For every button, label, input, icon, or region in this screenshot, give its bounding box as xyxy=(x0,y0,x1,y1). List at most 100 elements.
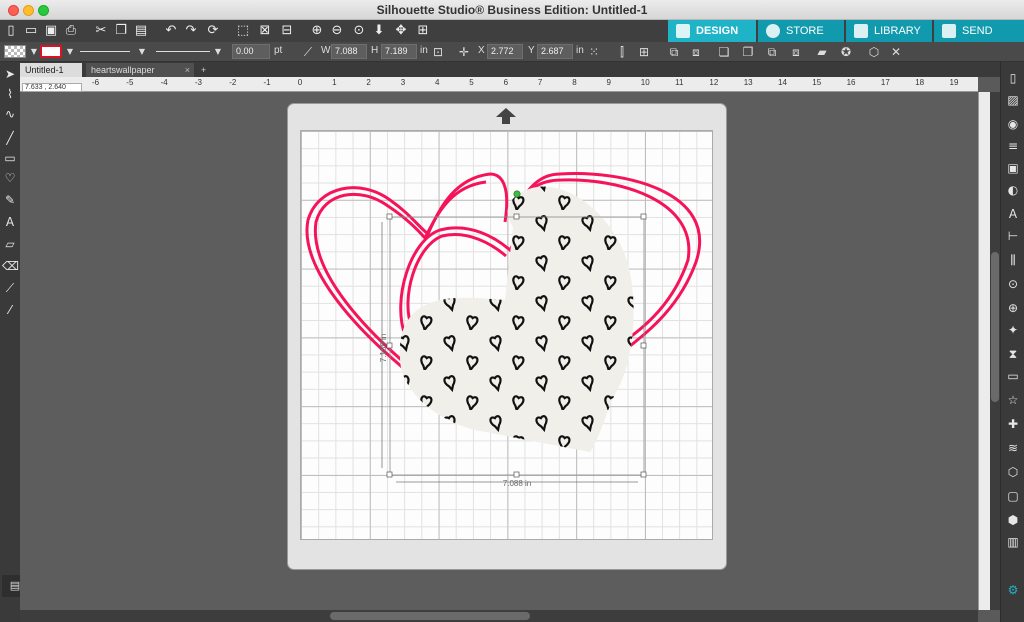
line-width-field[interactable]: 0.00 xyxy=(232,44,270,59)
line-style-dropdown-icon[interactable]: ▼ xyxy=(134,44,150,60)
tab-library[interactable]: LIBRARY xyxy=(846,20,932,42)
select-all-icon[interactable]: ⬚ xyxy=(234,22,252,40)
tab-design[interactable]: DESIGN xyxy=(668,20,756,42)
page-setup-icon[interactable]: ▯ xyxy=(1005,70,1021,86)
point-edit-icon[interactable]: ⌇ xyxy=(2,86,18,102)
modify-panel-icon[interactable]: ⊙ xyxy=(1005,276,1021,292)
copy-icon[interactable]: ❐ xyxy=(112,22,130,40)
sketch-panel-icon[interactable]: ≋ xyxy=(1005,440,1021,456)
align-icon[interactable]: ⫿ xyxy=(614,44,630,60)
zoom-selection-icon[interactable]: ⊙ xyxy=(350,22,368,40)
transparency-panel-icon[interactable]: ◐ xyxy=(1005,182,1021,198)
lasso-icon[interactable]: ∿ xyxy=(2,106,18,122)
select-tool-icon[interactable]: ➤ xyxy=(2,66,18,82)
open-folder-icon[interactable]: ▭ xyxy=(22,22,40,40)
star-panel-icon[interactable]: ☆ xyxy=(1005,392,1021,408)
horizontal-scrollbar[interactable] xyxy=(20,610,978,622)
redo-icon[interactable]: ↷ xyxy=(182,22,200,40)
rectangle-tool-icon[interactable]: ▭ xyxy=(2,150,18,166)
ruler-tick-label: 7 xyxy=(537,78,543,87)
vertical-scrollbar[interactable] xyxy=(990,92,1000,610)
ungroup-icon[interactable]: ⧈ xyxy=(688,44,704,60)
nesting-panel-icon[interactable]: ⬡ xyxy=(1005,464,1021,480)
offset-panel-icon[interactable]: ⊕ xyxy=(1005,300,1021,316)
transform-panel-icon[interactable]: ⊢ xyxy=(1005,228,1021,244)
tab-heartswallpaper[interactable]: heartswallpaper × xyxy=(86,63,194,77)
line-color-panel-icon[interactable]: ▣ xyxy=(1005,160,1021,176)
fill-panel-icon[interactable]: ▨ xyxy=(1005,92,1021,108)
undo-icon[interactable]: ↶ xyxy=(162,22,180,40)
eyedropper-icon[interactable]: ⁄ xyxy=(2,302,18,318)
deselect-icon[interactable]: ⊠ xyxy=(256,22,274,40)
pencil-tool-icon[interactable]: ✎ xyxy=(2,192,18,208)
scale-arrow-icon[interactable]: ⟋ xyxy=(300,44,316,60)
fit-to-page-icon[interactable]: ⊞ xyxy=(414,22,432,40)
map-panel-icon[interactable]: ▥ xyxy=(1005,534,1021,550)
pattern-panel-icon[interactable]: ◉ xyxy=(1005,116,1021,132)
compound-path-icon[interactable]: ❏ xyxy=(716,44,732,60)
vertical-scroll-thumb[interactable] xyxy=(991,252,999,402)
release-compound-icon[interactable]: ❐ xyxy=(740,44,756,60)
add-tab-button[interactable]: + xyxy=(196,63,210,77)
line-color-swatch[interactable] xyxy=(40,45,62,58)
heart-pattern-shape[interactable] xyxy=(380,170,660,470)
cut-icon[interactable]: ✂ xyxy=(92,22,110,40)
line-style-panel-icon[interactable]: ≡ xyxy=(1005,138,1021,154)
library-icon xyxy=(854,24,868,38)
line-tool-icon[interactable]: ╱ xyxy=(2,130,18,146)
save-icon[interactable]: ▣ xyxy=(42,22,60,40)
star-effects-icon[interactable]: ✪ xyxy=(838,44,854,60)
x-position-field[interactable]: 2.772 xyxy=(487,44,523,59)
knife-panel-icon[interactable]: ✦ xyxy=(1005,322,1021,338)
delete-icon[interactable]: ⊟ xyxy=(278,22,296,40)
ellipse-tool-icon[interactable]: ♡ xyxy=(2,170,18,186)
paint-bucket-icon[interactable]: ▱ xyxy=(2,236,18,252)
paste-icon[interactable]: ▤ xyxy=(132,22,150,40)
redraw-icon[interactable]: ⟳ xyxy=(204,22,222,40)
line-style-preview[interactable] xyxy=(80,51,130,52)
tab-send[interactable]: SEND xyxy=(934,20,1024,42)
zoom-out-icon[interactable]: ⊖ xyxy=(328,22,346,40)
group-icon[interactable]: ⧉ xyxy=(666,44,682,60)
replicate-icon[interactable]: ⧈ xyxy=(788,44,804,60)
line-join-dropdown-icon[interactable]: ▼ xyxy=(210,44,226,60)
duplicate-icon[interactable]: ⧉ xyxy=(764,44,780,60)
design-canvas[interactable]: 7.088 in 7.189 in xyxy=(300,130,713,540)
y-position-field[interactable]: 2.687 xyxy=(537,44,573,59)
settings-gear-icon[interactable]: ⚙ xyxy=(1005,582,1021,598)
replicate-panel-icon[interactable]: ⫼ xyxy=(1005,252,1021,268)
pan-down-icon[interactable]: ⬇ xyxy=(370,22,388,40)
zoom-in-icon[interactable]: ⊕ xyxy=(308,22,326,40)
horizontal-scroll-thumb[interactable] xyxy=(330,612,530,620)
move-icon[interactable]: ✥ xyxy=(392,22,410,40)
library-panel-icon[interactable]: ⬢ xyxy=(1005,512,1021,528)
trace-panel-icon[interactable]: ⧗ xyxy=(1005,346,1021,362)
new-document-icon[interactable]: ▯ xyxy=(2,22,20,40)
center-icon[interactable]: ⊞ xyxy=(636,44,652,60)
puzzle-panel-icon[interactable]: ✚ xyxy=(1005,416,1021,432)
text-panel-icon[interactable]: A xyxy=(1005,206,1021,222)
pixscan-panel-icon[interactable]: ▢ xyxy=(1005,488,1021,504)
layers-panel-icon[interactable]: ▭ xyxy=(1005,368,1021,384)
width-field[interactable]: 7.088 xyxy=(331,44,367,59)
fill-color-swatch[interactable] xyxy=(4,45,26,58)
horizontal-ruler: -6 -5 -4 -3 -2 -1 0 1 2 3 4 5 6 7 8 9 10 11 12 13 14 15 16 17 18… xyxy=(20,77,978,92)
close-x-icon[interactable]: ✕ xyxy=(888,44,904,60)
text-tool-icon[interactable]: A xyxy=(2,214,18,230)
rotate-handle[interactable] xyxy=(513,190,521,198)
height-field[interactable]: 7.189 xyxy=(381,44,417,59)
modify-icon[interactable]: ▰ xyxy=(814,44,830,60)
tab-untitled-1[interactable]: Untitled-1 xyxy=(20,63,82,77)
reference-point-icon[interactable]: ⁙ xyxy=(586,44,602,60)
knife-icon[interactable]: ⟋ xyxy=(2,280,18,296)
print-icon[interactable]: ⎙ xyxy=(62,22,80,40)
line-join-preview[interactable] xyxy=(156,51,210,52)
line-color-dropdown-icon[interactable]: ▼ xyxy=(62,44,78,60)
move-crosshair-icon[interactable]: ✛ xyxy=(456,44,472,60)
eraser-icon[interactable]: ⌫ xyxy=(2,258,19,274)
tab-store[interactable]: STORE xyxy=(758,20,844,42)
ruler-tick-label: -4 xyxy=(160,78,168,87)
3d-box-icon[interactable]: ⬡ xyxy=(866,44,882,60)
tab-close-icon[interactable]: × xyxy=(185,63,190,77)
lock-aspect-icon[interactable]: ⊡ xyxy=(430,44,446,60)
